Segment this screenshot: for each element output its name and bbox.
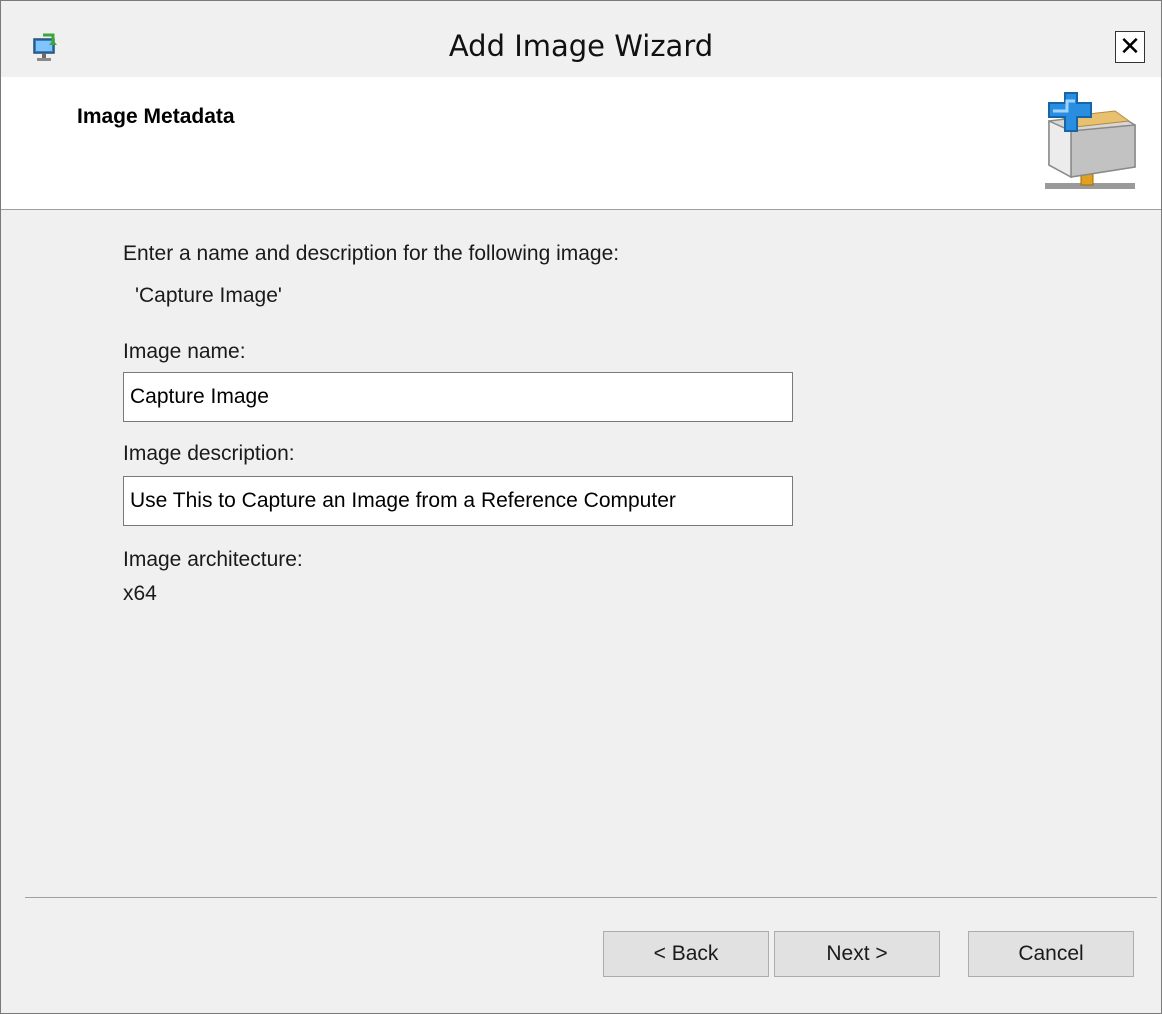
add-image-wizard-window: Add Image Wizard ✕ Image Metadata Enter … [0,0,1162,1014]
add-image-store-icon [1045,92,1136,189]
image-name-input[interactable] [123,372,793,422]
back-button[interactable]: < Back [603,931,769,977]
image-description-label: Image description: [123,442,295,465]
image-architecture-label: Image architecture: [123,548,303,571]
title-bar[interactable]: Add Image Wizard ✕ [1,1,1161,77]
source-image-name: 'Capture Image' [135,284,282,307]
intro-text: Enter a name and description for the fol… [123,242,620,265]
cancel-button[interactable]: Cancel [968,931,1134,977]
image-description-input[interactable] [123,476,793,526]
next-button[interactable]: Next > [774,931,940,977]
window-title: Add Image Wizard [448,29,714,63]
close-button[interactable]: ✕ [1115,31,1145,63]
page-title: Image Metadata [77,105,235,128]
image-name-label: Image name: [123,340,246,363]
image-architecture-value: x64 [123,582,157,605]
footer-divider [25,897,1157,898]
close-icon: ✕ [1119,32,1141,62]
wizard-header: Image Metadata [1,77,1161,210]
wizard-content: Enter a name and description for the fol… [1,210,1161,896]
